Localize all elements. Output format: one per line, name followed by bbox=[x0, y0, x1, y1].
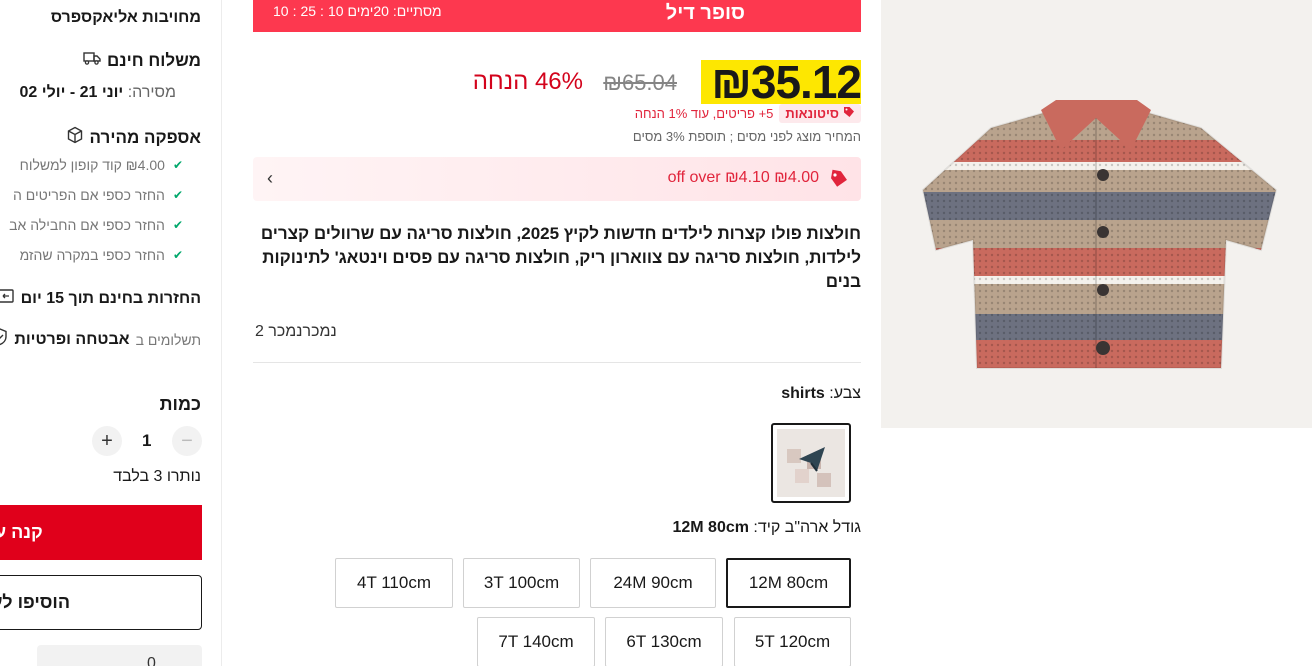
discount-label: 46% הנחה bbox=[472, 68, 583, 95]
size-option-7t[interactable]: 7T 140cm bbox=[477, 617, 595, 666]
free-returns-label: החזרות בחינם תוך 15 יום bbox=[20, 289, 201, 307]
wishlist-count: 0 bbox=[147, 655, 156, 666]
size-option-12m[interactable]: 12M 80cm bbox=[726, 558, 851, 608]
color-swatch-shirts[interactable] bbox=[771, 423, 851, 503]
guarantee-text: החזר כספי אם החבילה אב bbox=[9, 217, 165, 233]
size-label: גודל ארה"ב קיד: 12M 80cm bbox=[672, 519, 861, 537]
truck-icon bbox=[83, 50, 101, 71]
buy-now-button[interactable]: קנה עכשיו bbox=[0, 505, 202, 560]
hours-count: 10 bbox=[327, 3, 344, 19]
delivery-range: יוני 21 - יולי 02 bbox=[19, 84, 124, 101]
quantity-value[interactable]: 1 bbox=[142, 431, 151, 451]
free-shipping-title: משלוח חינם bbox=[83, 50, 201, 71]
size-option-6t[interactable]: 6T 130cm bbox=[605, 617, 723, 666]
minutes-count: 25 bbox=[300, 3, 317, 19]
stock-remaining: נותרו 3 בלבד bbox=[113, 468, 201, 485]
time-separator: : bbox=[292, 3, 297, 19]
security-privacy-title[interactable]: תשלומים ב אבטחה ופרטיות bbox=[0, 328, 201, 351]
free-returns-title[interactable]: החזרות בחינם תוך 15 יום bbox=[0, 288, 201, 309]
superdeal-banner: סופר דיל מסתיים: 20ימים 10 : 25 : 10 bbox=[253, 0, 861, 32]
wishlist-button[interactable]: 0 bbox=[37, 645, 202, 666]
guarantee-item: ✔ החזר כספי אם החבילה אב bbox=[9, 217, 183, 233]
tax-note: המחיר מוצג לפני מסים ; תוספת 3% מסים bbox=[632, 129, 861, 144]
guarantee-item: ✔ החזר כספי אם הפריטים ה bbox=[13, 187, 183, 203]
coupon-tag-icon bbox=[829, 169, 849, 189]
product-image[interactable] bbox=[881, 0, 1312, 428]
tag-icon bbox=[843, 106, 855, 121]
superdeal-title: סופר דיל bbox=[665, 2, 745, 24]
divider bbox=[253, 362, 861, 363]
purchase-sidebar: מחויבות אליאקספרס משלוח חינם מסירה: יוני… bbox=[0, 0, 222, 666]
guarantee-text: החזר כספי במקרה שהזמ bbox=[19, 247, 165, 263]
delivery-dates: מסירה: יוני 21 - יולי 02 bbox=[20, 84, 176, 102]
return-box-icon bbox=[0, 288, 15, 309]
quantity-label: כמות bbox=[159, 394, 201, 414]
security-subtext: תשלומים ב bbox=[135, 331, 201, 348]
quantity-decrease-button[interactable]: − bbox=[172, 426, 202, 456]
time-separator: : bbox=[320, 3, 324, 19]
guarantee-text: החזר כספי אם הפריטים ה bbox=[13, 187, 165, 203]
wholesale-badge: סיטונאות bbox=[779, 104, 861, 123]
chevron-left-icon: ‹ bbox=[267, 168, 273, 188]
color-label-text: צבע: bbox=[829, 385, 861, 402]
days-count: 20ימים bbox=[347, 3, 389, 19]
free-shipping-label: משלוח חינם bbox=[107, 50, 201, 70]
fast-delivery-title: אספקה מהירה bbox=[66, 126, 201, 149]
guarantee-item: ✔ החזר כספי במקרה שהזמ bbox=[20, 247, 183, 263]
size-label-text: גודל ארה"ב קיד: bbox=[753, 519, 861, 536]
wholesale-badge-label: סיטונאות bbox=[785, 106, 839, 121]
swatch-thumbnail bbox=[777, 429, 845, 497]
size-option-5t[interactable]: 5T 120cm bbox=[734, 617, 851, 666]
check-icon: ✔ bbox=[172, 188, 183, 202]
box-icon bbox=[66, 126, 84, 149]
size-option-24m[interactable]: 24M 90cm bbox=[590, 558, 716, 608]
check-icon: ✔ bbox=[172, 218, 183, 232]
wholesale-row: סיטונאות 5+ פריטים, עוד 1% הנחה bbox=[635, 104, 861, 123]
current-price: ₪35.12 bbox=[701, 56, 862, 108]
coupon-bar[interactable]: ₪4.00 off over ₪4.10 ‹ bbox=[253, 157, 861, 201]
shield-icon bbox=[0, 328, 8, 351]
product-title: חולצות פולו קצרות לילדים חדשות לקיץ 2025… bbox=[260, 224, 861, 291]
price-row: ₪35.12 ₪65.04 46% הנחה bbox=[253, 52, 862, 108]
original-price: ₪65.04 bbox=[603, 70, 677, 95]
seconds-count: 10 bbox=[273, 3, 289, 19]
countdown-timer: מסתיים: 20ימים 10 : 25 : 10 bbox=[273, 3, 442, 19]
size-option-3t[interactable]: 3T 100cm bbox=[463, 558, 580, 608]
add-to-cart-button[interactable]: הוסיפו לעגלה bbox=[0, 575, 202, 630]
color-value: shirts bbox=[781, 385, 825, 402]
guarantee-item: ✔ ₪4.00 קוד קופון למשלוח bbox=[20, 157, 183, 173]
color-label: צבע: shirts bbox=[781, 385, 861, 403]
fast-delivery-label: אספקה מהירה bbox=[89, 127, 201, 147]
ends-label: מסתיים: bbox=[392, 3, 442, 19]
delivery-label: מסירה: bbox=[127, 84, 176, 101]
coupon-text: ₪4.00 off over ₪4.10 bbox=[667, 169, 819, 186]
check-icon: ✔ bbox=[172, 248, 183, 262]
commitment-header: מחויבות אליאקספרס bbox=[50, 9, 201, 26]
guarantee-text: ₪4.00 קוד קופון למשלוח bbox=[19, 157, 165, 173]
current-price-value: ₪35.12 bbox=[711, 56, 862, 108]
size-value: 12M 80cm bbox=[672, 519, 749, 536]
security-label: אבטחה ופרטיות bbox=[14, 330, 130, 348]
size-option-4t[interactable]: 4T 110cm bbox=[335, 558, 453, 608]
check-icon: ✔ bbox=[172, 158, 183, 172]
quantity-increase-button[interactable]: + bbox=[92, 426, 122, 456]
knit-polo-shirt-image bbox=[881, 0, 1312, 428]
sold-count: נמכרנמכר 2 bbox=[255, 323, 337, 340]
wholesale-text: 5+ פריטים, עוד 1% הנחה bbox=[634, 106, 774, 121]
